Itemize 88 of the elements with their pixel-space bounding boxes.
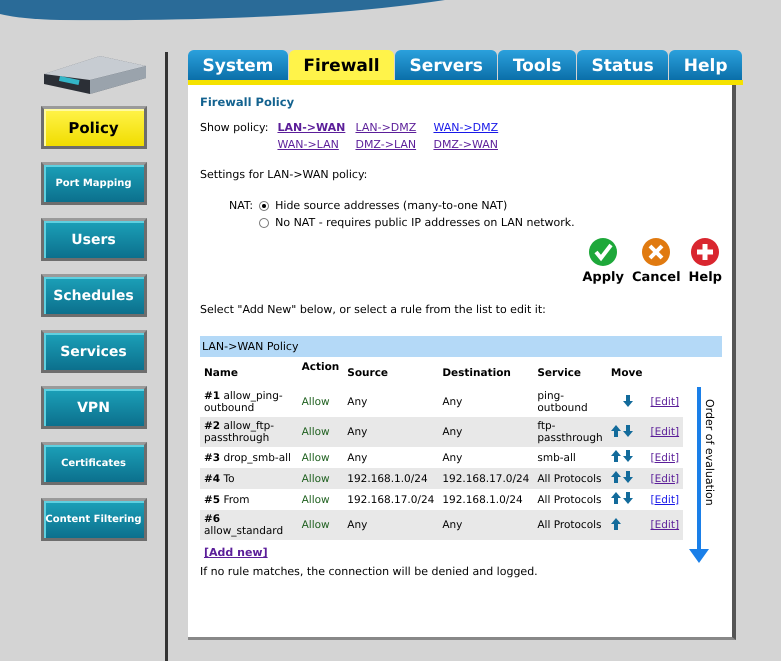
- rule-source: 192.168.17.0/24: [347, 494, 434, 506]
- instruction-text: Select "Add New" below, or select a rule from the list to edit it:: [200, 303, 547, 316]
- rule-destination: Any: [442, 519, 462, 531]
- move-down-icon[interactable]: [622, 394, 633, 406]
- policy-link[interactable]: LAN->DMZ: [355, 121, 422, 134]
- sidebar-button[interactable]: Policy: [40, 106, 146, 149]
- footer-note: If no rule matches, the connection will be denied and logged.: [200, 565, 539, 578]
- sidebar-button[interactable]: VPN: [40, 386, 146, 429]
- checkmark-icon: [588, 237, 618, 267]
- rule-destination: 192.168.1.0/24: [442, 494, 523, 506]
- move-up-icon[interactable]: [610, 471, 621, 483]
- nav-tab[interactable]: Tools: [498, 50, 576, 80]
- cancel-button[interactable]: Cancel: [632, 237, 681, 285]
- policy-link[interactable]: WAN->LAN: [277, 138, 344, 151]
- rule-name: #6 allow_standard: [204, 513, 284, 537]
- sidebar-button[interactable]: Schedules: [40, 274, 146, 317]
- plus-icon: [690, 237, 720, 267]
- column-header: Action: [300, 360, 340, 375]
- move-up-icon[interactable]: [610, 424, 621, 436]
- rule-destination: Any: [442, 396, 462, 408]
- rule-name: #4 To: [204, 472, 235, 484]
- rule-source: Any: [347, 519, 368, 531]
- sidebar-button[interactable]: Content Filtering: [40, 498, 146, 541]
- column-header: Service: [536, 366, 582, 381]
- nav-tab[interactable]: Help: [669, 50, 742, 80]
- sidebar-button[interactable]: Certificates: [40, 442, 146, 485]
- radio-label: No NAT - requires public IP addresses on LAN network.: [275, 216, 575, 229]
- nav-tab[interactable]: Firewall: [288, 50, 394, 80]
- rule-action: Allow: [302, 426, 330, 438]
- edit-link[interactable]: [Edit]: [650, 396, 680, 408]
- panel-title: Firewall Policy: [200, 95, 296, 109]
- rule-destination: Any: [442, 452, 462, 464]
- policy-link[interactable]: WAN->DMZ: [433, 121, 500, 134]
- help-button[interactable]: Help: [688, 237, 722, 285]
- nav-tab[interactable]: System: [188, 50, 288, 80]
- policy-link[interactable]: DMZ->WAN: [433, 138, 500, 151]
- rule-source: Any: [347, 426, 368, 438]
- rule-name: #5 From: [204, 494, 250, 506]
- move-down-icon[interactable]: [622, 450, 633, 462]
- move-up-icon[interactable]: [610, 518, 621, 530]
- radio-button[interactable]: [259, 218, 270, 228]
- column-header: Name: [203, 366, 239, 381]
- sidebar-button[interactable]: Port Mapping: [40, 162, 146, 205]
- rule-action: Allow: [302, 494, 330, 506]
- column-header: Move: [610, 366, 644, 381]
- rule-action: Allow: [302, 452, 330, 464]
- nav-tab[interactable]: Status: [577, 50, 668, 80]
- rule-service: All Protocols: [537, 494, 602, 506]
- rule-name: #1 allow_ping-outbound: [204, 390, 283, 414]
- rule-name: #3 drop_smb-all: [204, 452, 291, 464]
- column-header: Destination: [441, 366, 512, 381]
- sidebar-button[interactable]: Services: [40, 330, 146, 373]
- move-down-icon[interactable]: [622, 492, 633, 504]
- rule-source: Any: [347, 452, 368, 464]
- radio-button[interactable]: [259, 200, 270, 210]
- close-icon: [641, 237, 672, 267]
- policy-link[interactable]: DMZ->LAN: [355, 138, 422, 151]
- rule-name: #2 allow_ftp-passthrough: [204, 420, 274, 444]
- add-new-link[interactable]: [Add new]: [204, 546, 268, 559]
- policy-link[interactable]: LAN->WAN: [277, 121, 344, 134]
- rule-service: smb-all: [537, 452, 576, 464]
- rule-destination: Any: [442, 426, 462, 438]
- rule-action: Allow: [302, 519, 330, 531]
- apply-button[interactable]: Apply: [582, 237, 624, 285]
- rule-source: Any: [347, 396, 368, 408]
- show-policy-label: Show policy:: [200, 121, 268, 136]
- move-down-icon[interactable]: [622, 471, 633, 483]
- rule-destination: 192.168.17.0/24: [442, 472, 530, 484]
- nat-label: NAT:: [229, 199, 254, 214]
- move-up-icon[interactable]: [610, 450, 621, 462]
- settings-heading: Settings for LAN->WAN policy:: [200, 168, 368, 181]
- sidebar-button[interactable]: Users: [40, 218, 146, 261]
- move-down-icon[interactable]: [622, 424, 633, 436]
- rule-service: ftp-passthrough: [537, 420, 603, 444]
- edit-link[interactable]: [Edit]: [650, 494, 680, 506]
- rule-service: All Protocols: [537, 472, 602, 484]
- radio-label: Hide source addresses (many-to-one NAT): [275, 199, 508, 212]
- order-label: Order of evaluation: [703, 399, 716, 506]
- move-up-icon[interactable]: [610, 492, 621, 504]
- rule-service: All Protocols: [537, 519, 602, 531]
- table-title-bar: LAN->WAN Policy: [200, 336, 722, 357]
- rule-service: ping-outbound: [537, 390, 588, 414]
- column-header: Source: [346, 366, 390, 381]
- edit-link[interactable]: [Edit]: [650, 452, 680, 464]
- nav-tab[interactable]: Servers: [395, 50, 498, 80]
- rule-source: 192.168.1.0/24: [347, 472, 428, 484]
- rule-action: Allow: [302, 396, 330, 408]
- rule-action: Allow: [302, 472, 330, 484]
